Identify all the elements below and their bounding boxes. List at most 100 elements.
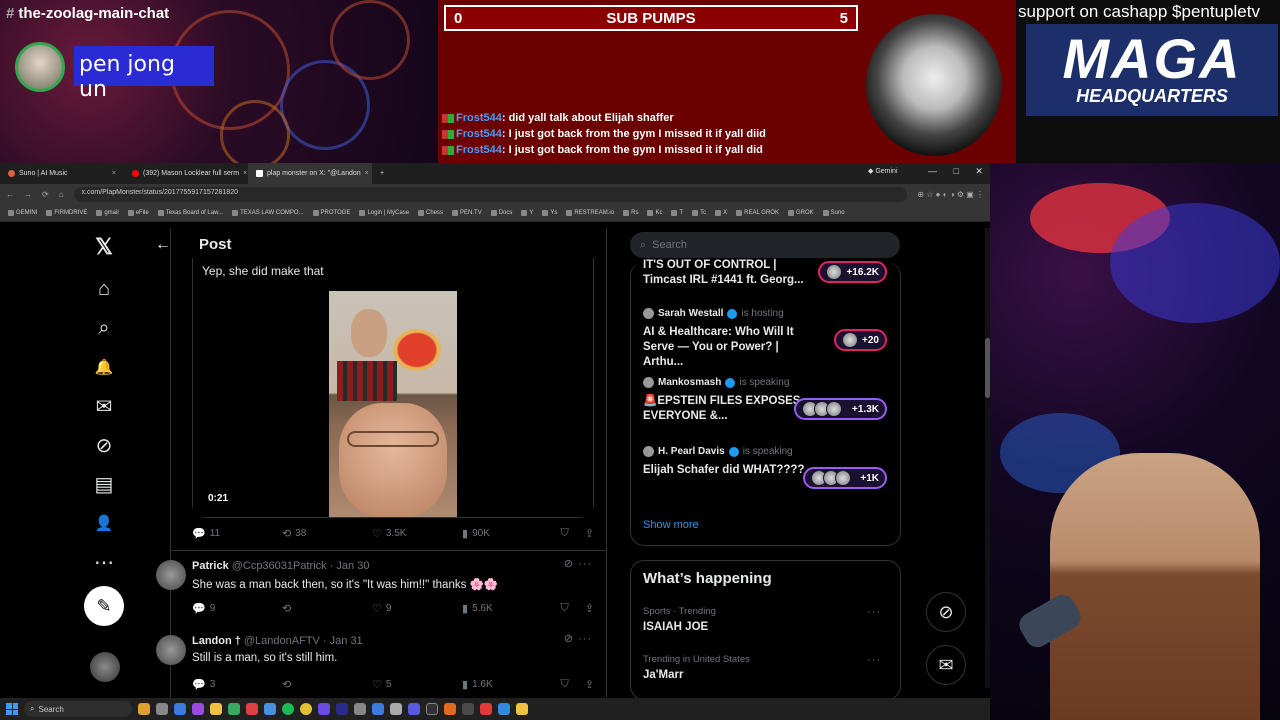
grok-icon[interactable]: ⊘ [90, 431, 118, 459]
messages-icon[interactable]: ✉ [926, 645, 966, 685]
bookmark-item[interactable]: Texas Board of Law... [157, 210, 223, 216]
show-more-link[interactable]: Show more [643, 519, 699, 531]
extension-icons[interactable]: ⊕ ☆ ● ◐ ◑ ⚙ ▣ ⋮ [917, 190, 984, 199]
chrome-icon[interactable] [300, 703, 312, 715]
like-button[interactable]: ♡ 5 [372, 678, 462, 691]
bookmark-item[interactable]: eFile [127, 210, 149, 216]
space-listeners-pill[interactable]: +16.2K [818, 261, 887, 283]
reload-icon[interactable]: ⟳ [42, 190, 49, 199]
close-icon[interactable]: × [243, 170, 247, 177]
window-controls[interactable]: — □ ✕ [928, 166, 983, 177]
bookmark-item[interactable]: Docs [490, 210, 512, 216]
bookmark-item[interactable]: Tc [692, 210, 706, 216]
account-avatar[interactable] [90, 652, 120, 682]
bookmark-item[interactable]: Suno [822, 210, 845, 216]
more-icon[interactable]: ⊘ ··· [564, 632, 592, 645]
space-listeners-pill[interactable]: +1.3K [794, 398, 887, 420]
taskbar-app-icon[interactable] [336, 703, 348, 715]
taskbar-app-icon[interactable] [138, 703, 150, 715]
search-input[interactable]: ⌕ Search [630, 232, 900, 258]
home-icon[interactable]: ⌂ [90, 275, 118, 303]
video-frame[interactable] [329, 291, 457, 517]
tab-x-post[interactable]: plap monster on X: "@Landon × [248, 163, 372, 184]
bookmark-item[interactable]: Y [521, 210, 533, 216]
more-icon[interactable]: ··· [867, 606, 881, 618]
like-button[interactable]: ♡ 3.5K [372, 527, 462, 540]
trend-item[interactable]: Trending in United States Ja'Marr ··· [643, 654, 893, 681]
bookmark-item[interactable]: GEMINI [8, 210, 37, 216]
taskbar-app-icon[interactable] [192, 703, 204, 715]
taskbar-search[interactable]: ⌕ Search [24, 701, 132, 717]
bookmark-item[interactable]: X [715, 210, 727, 216]
taskbar-app-icon[interactable] [426, 703, 438, 715]
repost-button[interactable]: ⟲ [282, 602, 372, 615]
back-icon[interactable]: ← [6, 190, 14, 199]
views-button[interactable]: ▮ 1.6K [462, 678, 552, 691]
bookmark-item[interactable]: GROK [787, 210, 814, 216]
windows-start-icon[interactable] [6, 703, 18, 715]
more-icon[interactable]: ⋯ [90, 548, 118, 576]
taskbar-app-icon[interactable] [516, 703, 528, 715]
bookmark-item[interactable]: FIRMDRIVE [46, 210, 87, 216]
avatar[interactable] [156, 635, 186, 665]
notifications-icon[interactable]: 🔔 [90, 353, 118, 381]
close-icon[interactable]: × [365, 170, 369, 177]
more-icon[interactable]: ··· [867, 654, 881, 666]
avatar[interactable] [156, 560, 186, 590]
bookmark-item[interactable]: Rs [623, 210, 638, 216]
bookmark-item[interactable]: Ys [542, 210, 557, 216]
close-icon[interactable]: × [112, 170, 116, 177]
taskbar-app-icon[interactable] [264, 703, 276, 715]
taskbar-app-icon[interactable] [390, 703, 402, 715]
repost-button[interactable]: ⟲ [282, 678, 372, 691]
more-icon[interactable]: ⊘ ··· [564, 557, 592, 570]
bookmark-item[interactable]: Login | MyCase [359, 210, 409, 216]
taskbar-app-icon[interactable] [498, 703, 510, 715]
bookmark-item[interactable]: TEXAS LAW COMPO... [232, 210, 304, 216]
bookmark-item[interactable]: Chess [418, 210, 443, 216]
bookmark-icon[interactable]: ⛉ [561, 527, 569, 540]
views-button[interactable]: ▮ 5.6K [462, 602, 552, 615]
bookmark-item[interactable]: T [671, 210, 683, 216]
home-icon[interactable]: ⌂ [59, 190, 64, 199]
bookmark-item[interactable]: gmail [96, 210, 119, 216]
bookmark-item[interactable]: Kc [647, 210, 662, 216]
like-button[interactable]: ♡ 9 [372, 602, 462, 615]
scrollbar[interactable] [985, 228, 990, 688]
share-icon[interactable]: ⇪ [585, 678, 594, 691]
folder-icon[interactable] [210, 703, 222, 715]
taskbar-app-icon[interactable] [444, 703, 456, 715]
gemini-button[interactable]: ◆ Gemini [868, 167, 898, 175]
trend-item[interactable]: Sports · Trending ISAIAH JOE ··· [643, 606, 893, 633]
messages-icon[interactable]: ✉ [90, 392, 118, 420]
taskbar-app-icon[interactable] [174, 703, 186, 715]
taskbar-app-icon[interactable] [354, 703, 366, 715]
reply-button[interactable]: 💬 9 [192, 602, 282, 615]
tab-youtube[interactable]: (392) Mason Locklear full serm × [124, 163, 248, 184]
views-button[interactable]: ▮ 90K [462, 527, 552, 540]
taskbar-app-icon[interactable] [462, 703, 474, 715]
space-listeners-pill[interactable]: +1K [803, 467, 887, 489]
taskbar-app-icon[interactable] [318, 703, 330, 715]
tab-suno[interactable]: Suno | AI Music × [0, 163, 124, 184]
taskbar-app-icon[interactable] [228, 703, 240, 715]
spotify-icon[interactable] [282, 703, 294, 715]
reply-button[interactable]: 💬 11 [192, 527, 282, 540]
new-tab-button[interactable]: + [372, 163, 392, 184]
repost-button[interactable]: ⟲ 38 [282, 527, 372, 540]
explore-icon[interactable]: ⌕ [90, 314, 118, 342]
taskbar-app-icon[interactable] [246, 703, 258, 715]
share-icon[interactable]: ⇪ [585, 602, 594, 615]
forward-icon[interactable]: → [24, 190, 32, 199]
taskbar-app-icon[interactable] [408, 703, 420, 715]
grok-icon[interactable]: ⊘ [926, 592, 966, 632]
reply-button[interactable]: 💬 3 [192, 678, 282, 691]
space-listeners-pill[interactable]: +20 [834, 329, 887, 351]
taskbar-app-icon[interactable] [480, 703, 492, 715]
back-button[interactable]: ← [155, 236, 171, 254]
taskbar-app-icon[interactable] [156, 703, 168, 715]
share-icon[interactable]: ⇪ [585, 527, 594, 540]
profile-icon[interactable]: 👤 [90, 509, 118, 537]
bookmark-item[interactable]: PEN.TV [452, 210, 482, 216]
taskbar-app-icon[interactable] [372, 703, 384, 715]
